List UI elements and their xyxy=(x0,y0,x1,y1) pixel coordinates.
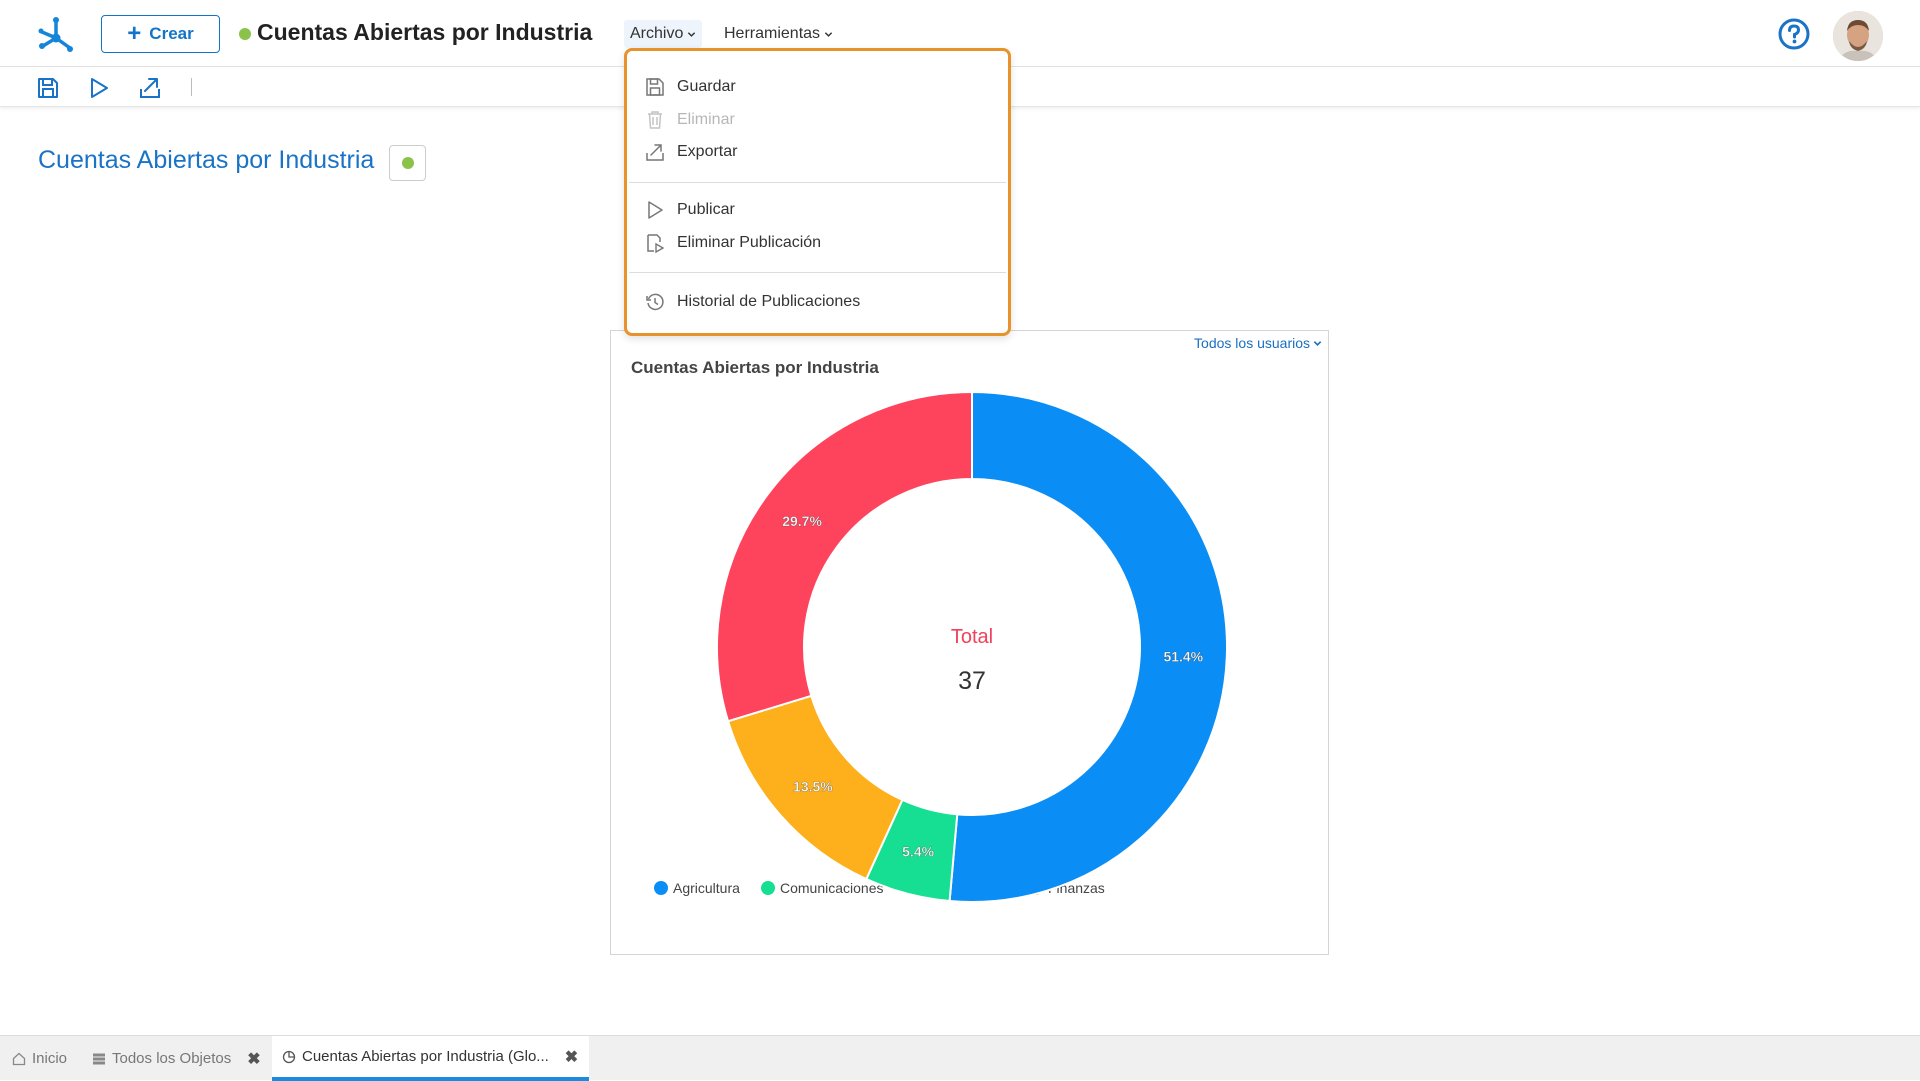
menu-archivo[interactable]: Archivo xyxy=(624,20,703,48)
menu-divider xyxy=(629,182,1006,183)
unpublish-icon xyxy=(647,234,665,253)
center-label: Total xyxy=(951,626,993,648)
user-avatar[interactable] xyxy=(1833,11,1883,61)
help-icon[interactable] xyxy=(1778,18,1810,50)
create-button[interactable]: + Crear xyxy=(101,15,220,53)
bottom-tab-bar: Inicio Todos los Objetos ✖ Cuentas Abier… xyxy=(0,1035,1920,1081)
chevron-down-icon xyxy=(824,31,833,37)
trash-icon xyxy=(648,111,662,129)
tab-inicio[interactable]: Inicio xyxy=(12,1036,67,1081)
menu-item-publicar[interactable]: Publicar xyxy=(645,197,735,223)
slice-data-label: 51.4% xyxy=(1163,648,1203,664)
save-icon xyxy=(646,78,664,96)
menu-divider xyxy=(629,272,1006,273)
plus-icon: + xyxy=(127,20,142,47)
status-indicator xyxy=(239,28,251,40)
tab-label: Todos los Objetos xyxy=(112,1050,232,1067)
tab-label: Cuentas Abiertas por Industria (Glo... xyxy=(302,1048,549,1065)
pie-slice[interactable] xyxy=(716,390,973,723)
donut-chart: FinanzasComunicacionesAgricultura51.4%5.… xyxy=(654,390,1228,903)
export-icon[interactable] xyxy=(138,76,162,100)
menu-item-exportar[interactable]: Exportar xyxy=(645,139,737,165)
tab-label: Inicio xyxy=(32,1050,68,1067)
menu-archivo-label: Archivo xyxy=(630,25,684,42)
menu-item-label: Historial de Publicaciones xyxy=(677,293,861,310)
users-filter-label: Todos los usuarios xyxy=(1194,335,1310,351)
home-icon xyxy=(12,1052,26,1065)
menu-item-eliminar: Eliminar xyxy=(645,107,735,133)
tab-todos-los-objetos[interactable]: Todos los Objetos ✖ xyxy=(92,1036,261,1081)
slice-data-label: 5.4% xyxy=(902,844,934,860)
page-title: Cuentas Abiertas por Industria xyxy=(38,146,375,174)
legend-marker xyxy=(654,881,668,895)
toolbar-separator xyxy=(191,78,192,96)
save-icon[interactable] xyxy=(36,76,60,100)
legend-label: Agricultura xyxy=(673,880,740,896)
menu-herramientas-label: Herramientas xyxy=(724,25,821,42)
status-dot-icon xyxy=(401,157,414,169)
play-icon xyxy=(648,201,663,219)
avatar-image xyxy=(1833,11,1883,61)
menu-item-eliminar-publicacion[interactable]: Eliminar Publicación xyxy=(645,230,821,256)
slice-data-label: 29.7% xyxy=(782,513,822,529)
users-filter-dropdown[interactable]: Todos los usuarios xyxy=(1194,335,1322,351)
menu-herramientas[interactable]: Herramientas xyxy=(718,20,839,48)
chevron-down-icon xyxy=(688,31,696,37)
slice-data-label: 13.5% xyxy=(793,778,833,794)
close-icon[interactable]: ✖ xyxy=(565,1047,578,1067)
app-logo[interactable] xyxy=(34,12,78,56)
chart-title: Cuentas Abiertas por Industria xyxy=(631,358,879,377)
legend-item[interactable]: Comunicaciones xyxy=(761,880,884,896)
tab-cuentas-abiertas[interactable]: Cuentas Abiertas por Industria (Glo... ✖ xyxy=(272,1036,589,1081)
legend-item[interactable]: Agricultura xyxy=(654,880,740,896)
history-icon xyxy=(646,293,664,311)
menu-item-guardar[interactable]: Guardar xyxy=(645,74,736,100)
create-button-label: Crear xyxy=(149,24,194,43)
menu-item-label: Guardar xyxy=(677,78,736,95)
status-toggle-button[interactable] xyxy=(389,145,426,181)
menu-item-historial-publicaciones[interactable]: Historial de Publicaciones xyxy=(645,289,860,315)
center-value: 37 xyxy=(958,667,986,695)
close-icon[interactable]: ✖ xyxy=(247,1049,260,1069)
document-title: Cuentas Abiertas por Industria xyxy=(257,19,593,45)
list-icon xyxy=(93,1053,105,1064)
chart-card: Finanzas Comunicaciones Agricultura 51.4% 5.… xyxy=(610,330,1329,955)
menu-item-label: Publicar xyxy=(677,201,735,218)
export-icon xyxy=(646,144,664,161)
menu-item-label: Eliminar Publicación xyxy=(677,234,822,251)
archivo-dropdown-menu: Guardar Eliminar Exportar Publicar Elimi… xyxy=(624,48,1011,336)
legend-label: Comunicaciones xyxy=(780,880,884,896)
menu-item-label: Exportar xyxy=(677,143,738,160)
play-icon[interactable] xyxy=(87,76,111,100)
legend-marker xyxy=(761,881,775,895)
pie-chart-icon xyxy=(282,1050,296,1063)
chevron-down-icon xyxy=(1313,340,1322,346)
menu-item-label: Eliminar xyxy=(677,111,735,128)
